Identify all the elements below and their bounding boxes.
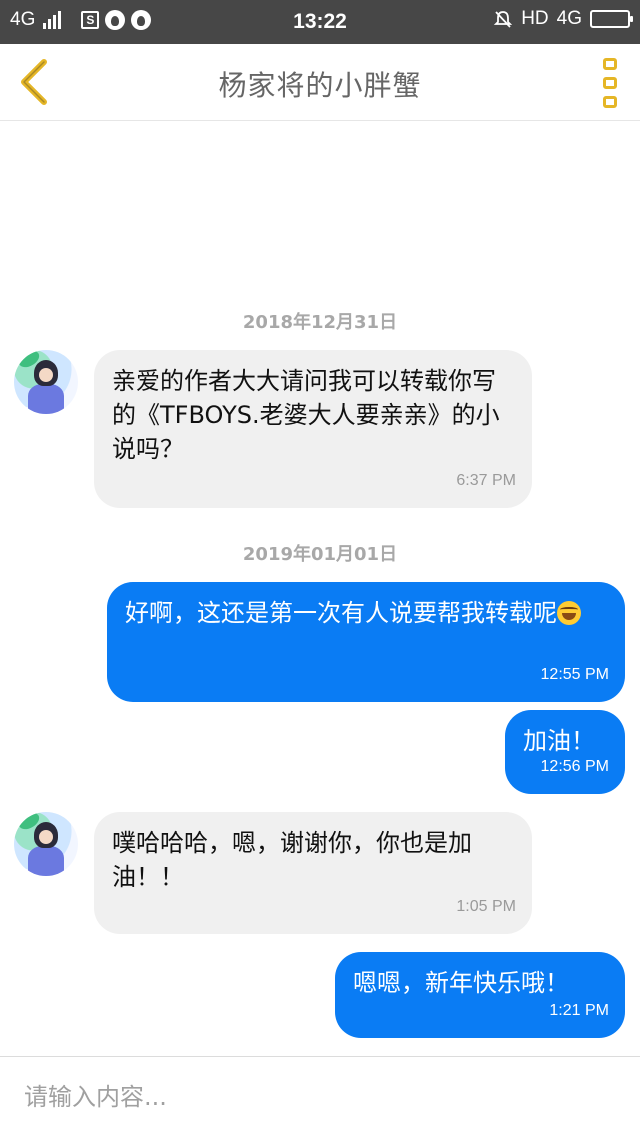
message-input[interactable] <box>24 1077 614 1117</box>
message-text: 亲爱的作者大大请问我可以转载你写的《TFBOYS.老婆大人要亲亲》的小说吗？ <box>112 367 500 463</box>
message-time: 12:56 PM <box>540 758 609 775</box>
message-time: 1:21 PM <box>549 1002 609 1019</box>
message-time: 12:55 PM <box>540 666 609 683</box>
date-divider: 2018年12月31日 <box>242 312 398 333</box>
message-time: 6:37 PM <box>456 472 516 489</box>
hd-label: HD <box>521 8 549 29</box>
page-title: 杨家将的小胖蟹 <box>218 69 422 102</box>
contact-avatar[interactable] <box>14 350 78 414</box>
more-dot-icon <box>603 77 617 89</box>
outgoing-message-bubble[interactable]: 好啊，这还是第一次有人说要帮我转载呢 12:55 PM <box>107 582 625 702</box>
outgoing-message-bubble[interactable]: 加油！ 12:56 PM <box>505 710 625 794</box>
status-bar: 4G S 13:22 HD 4G <box>0 0 640 44</box>
face-with-tears-of-joy-icon <box>557 601 581 625</box>
message-text-content: 好啊，这还是第一次有人说要帮我转载呢 <box>125 599 557 627</box>
more-options-button[interactable] <box>598 58 622 108</box>
incoming-message-bubble[interactable]: 亲爱的作者大大请问我可以转载你写的《TFBOYS.老婆大人要亲亲》的小说吗？ 6… <box>94 350 532 508</box>
input-bar <box>0 1056 640 1138</box>
battery-icon <box>590 10 633 28</box>
status-right: HD 4G <box>493 8 633 30</box>
bell-off-icon <box>494 11 513 28</box>
more-dot-icon <box>603 58 617 70</box>
message-text: 噗哈哈哈，嗯，谢谢你，你也是加油！！ <box>112 829 472 891</box>
incoming-message-bubble[interactable]: 噗哈哈哈，嗯，谢谢你，你也是加油！！ 1:05 PM <box>94 812 532 934</box>
date-divider: 2019年01月01日 <box>242 544 398 565</box>
message-list[interactable]: 2018年12月31日 亲爱的作者大大请问我可以转载你写的《TFBOYS.老婆大… <box>0 122 640 1056</box>
outgoing-message-bubble[interactable]: 嗯嗯，新年快乐哦！ 1:21 PM <box>335 952 625 1038</box>
more-dot-icon <box>603 96 617 108</box>
network-right-label: 4G <box>556 8 582 29</box>
chat-header: 杨家将的小胖蟹 <box>0 44 640 121</box>
message-time: 1:05 PM <box>456 898 516 915</box>
contact-avatar[interactable] <box>14 812 78 876</box>
message-text: 好啊，这还是第一次有人说要帮我转载呢 <box>125 596 607 630</box>
